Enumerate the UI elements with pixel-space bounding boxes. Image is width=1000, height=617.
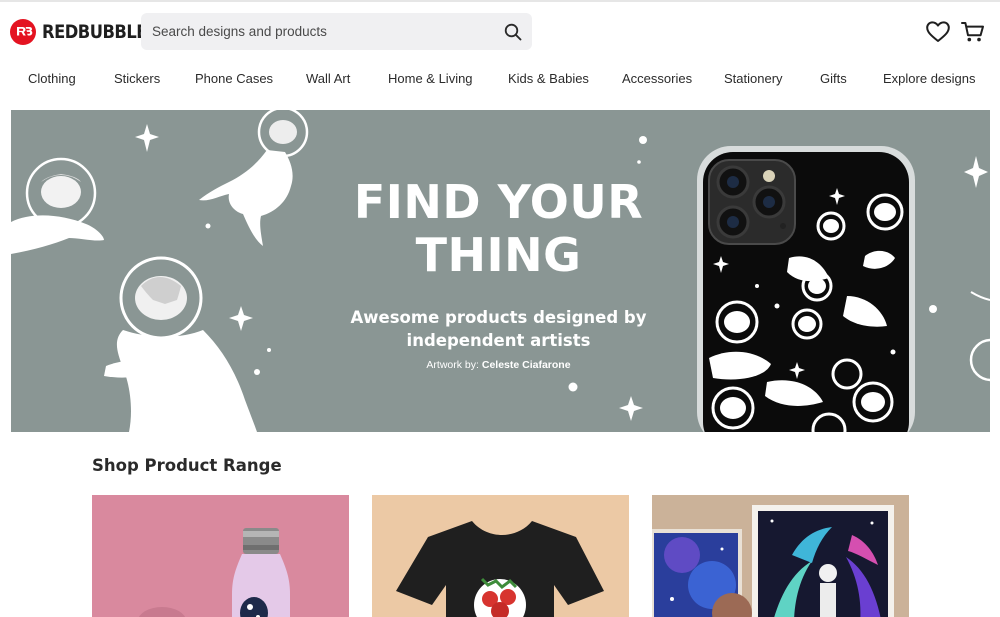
redbubble-logo-icon: [10, 19, 36, 45]
product-card-t-shirt[interactable]: [372, 495, 629, 617]
artwork-credit-label: Artwork by:: [426, 359, 479, 371]
nav-item-gifts[interactable]: Gifts: [820, 71, 847, 86]
heart-icon[interactable]: [925, 20, 951, 44]
hero-title-line-2: THING: [415, 228, 582, 282]
artwork-credit: Artwork by: Celeste Ciafarone: [341, 359, 656, 371]
nav-item-stationery[interactable]: Stationery: [724, 71, 783, 86]
site-header: REDBUBBLE: [0, 2, 1000, 60]
nav-item-wall-art[interactable]: Wall Art: [306, 71, 350, 86]
search-bar: [141, 13, 532, 50]
nav-item-accessories[interactable]: Accessories: [622, 71, 692, 86]
category-nav: Clothing Stickers Phone Cases Wall Art H…: [0, 62, 1000, 96]
cart-icon[interactable]: [960, 20, 986, 44]
phone-case-image: [697, 146, 915, 432]
product-card-art-prints[interactable]: [652, 495, 909, 617]
product-card-water-bottle[interactable]: [92, 495, 349, 617]
hero-subtitle-line-1: Awesome products designed by: [350, 308, 647, 327]
search-icon[interactable]: [502, 21, 524, 43]
brand-name: REDBUBBLE: [42, 21, 147, 43]
water-bottle-image: [92, 495, 349, 617]
nav-item-stickers[interactable]: Stickers: [114, 71, 160, 86]
art-prints-image: [652, 495, 909, 617]
shop-product-range-title: Shop Product Range: [92, 456, 282, 475]
hero-title: FIND YOUR THING: [301, 176, 696, 282]
t-shirt-image: [372, 495, 629, 617]
nav-item-home-living[interactable]: Home & Living: [388, 71, 473, 86]
hero-banner[interactable]: FIND YOUR THING Awesome products designe…: [11, 110, 990, 432]
hero-subtitle: Awesome products designed by independent…: [341, 306, 656, 352]
nav-item-explore-designs[interactable]: Explore designs: [883, 71, 976, 86]
hero-subtitle-line-2: independent artists: [406, 331, 591, 350]
nav-item-clothing[interactable]: Clothing: [28, 71, 76, 86]
hero-title-line-1: FIND YOUR: [353, 175, 644, 229]
search-input[interactable]: [141, 13, 532, 50]
nav-item-kids-babies[interactable]: Kids & Babies: [508, 71, 589, 86]
artwork-credit-artist[interactable]: Celeste Ciafarone: [482, 359, 571, 371]
nav-item-phone-cases[interactable]: Phone Cases: [195, 71, 273, 86]
